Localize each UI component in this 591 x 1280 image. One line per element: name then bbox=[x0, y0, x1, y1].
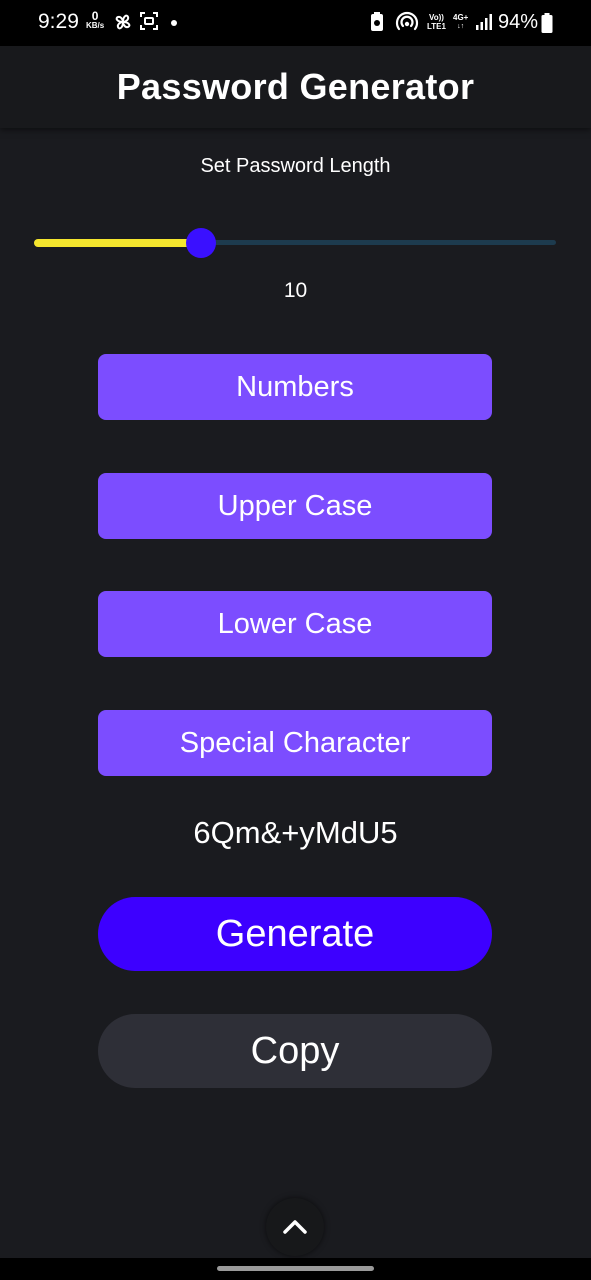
battery-saver-icon bbox=[371, 12, 383, 31]
data-arrows-icon: ↓↑ bbox=[457, 23, 465, 30]
password-length-slider[interactable] bbox=[34, 226, 556, 260]
app-screen: 9:29 0 KB/s Vo)) LTE1 4G+ ↓↑ 94% Passwor… bbox=[0, 0, 591, 1280]
generate-button[interactable]: Generate bbox=[98, 897, 492, 971]
status-time: 9:29 bbox=[38, 10, 79, 33]
network-speed-unit: KB/s bbox=[86, 21, 105, 30]
volte-label: Vo)) bbox=[429, 13, 444, 22]
network-speed-indicator: 0 KB/s bbox=[86, 9, 105, 30]
numbers-toggle-button[interactable]: Numbers bbox=[98, 354, 492, 420]
password-length-value: 10 bbox=[283, 279, 308, 302]
network-type-indicator: 4G+ ↓↑ bbox=[453, 13, 468, 31]
upper-case-toggle-button[interactable]: Upper Case bbox=[98, 473, 492, 539]
hotspot-icon bbox=[395, 11, 419, 31]
app-bar: Password Generator bbox=[0, 46, 591, 128]
status-bar: 9:29 0 KB/s Vo)) LTE1 4G+ ↓↑ 94% bbox=[0, 0, 591, 46]
copy-button[interactable]: Copy bbox=[98, 1014, 492, 1088]
battery-icon bbox=[541, 13, 553, 33]
signal-strength-icon bbox=[476, 14, 492, 30]
pinwheel-icon bbox=[115, 14, 131, 30]
notification-dot-icon bbox=[171, 20, 177, 26]
password-length-label: Set Password Length bbox=[200, 155, 391, 177]
navigation-bar bbox=[0, 1258, 591, 1280]
volte-indicator: Vo)) LTE1 bbox=[427, 13, 446, 31]
scroll-up-button[interactable] bbox=[266, 1198, 324, 1256]
page-title: Password Generator bbox=[116, 66, 475, 107]
lte-label: LTE1 bbox=[427, 22, 446, 31]
home-indicator[interactable] bbox=[217, 1266, 374, 1271]
generated-password: 6Qm&+yMdU5 bbox=[193, 815, 398, 850]
lower-case-toggle-button[interactable]: Lower Case bbox=[98, 591, 492, 657]
network-speed-value: 0 bbox=[91, 9, 99, 23]
battery-percent: 94% bbox=[498, 11, 539, 33]
network-type-label: 4G+ bbox=[453, 13, 469, 22]
special-character-toggle-button[interactable]: Special Character bbox=[98, 710, 492, 776]
slider-thumb[interactable] bbox=[186, 228, 216, 258]
chevron-up-icon bbox=[283, 1220, 307, 1234]
screenshot-icon bbox=[140, 12, 158, 30]
slider-active-track bbox=[34, 239, 201, 247]
